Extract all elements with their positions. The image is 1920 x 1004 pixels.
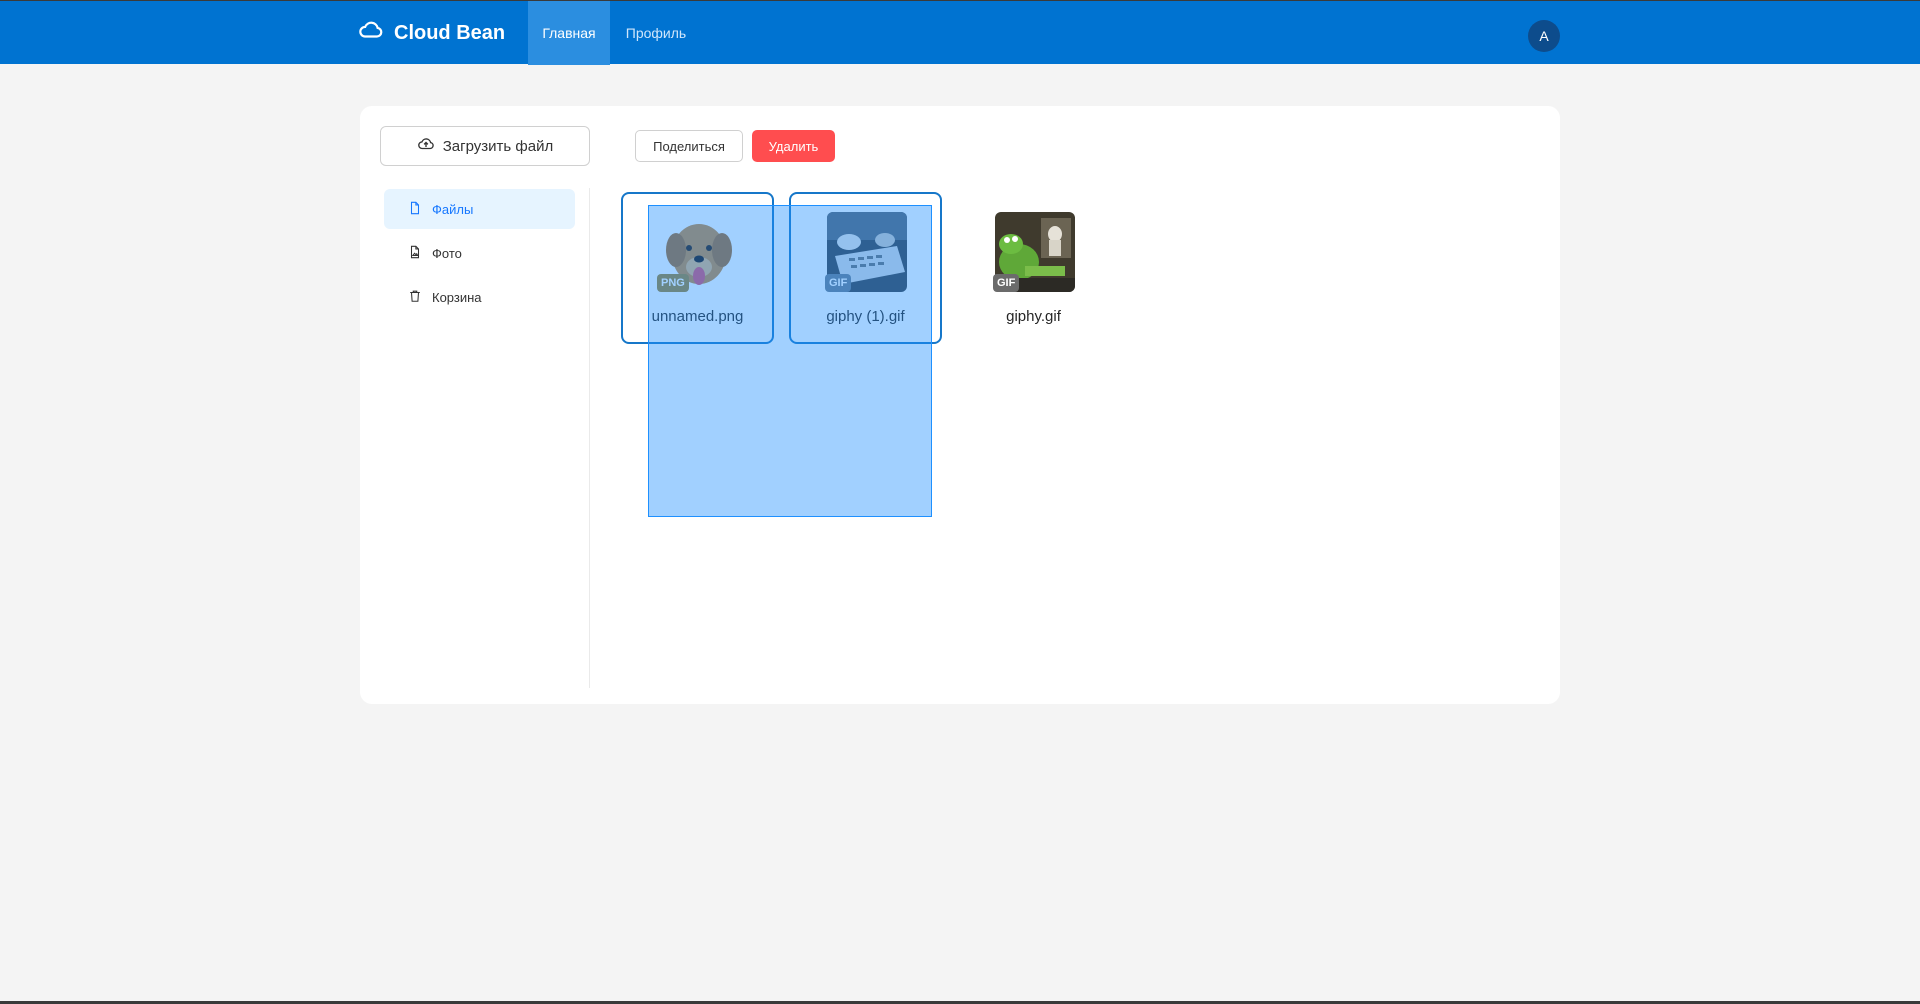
file-name: giphy.gif (1006, 308, 1061, 325)
cloud-icon (358, 17, 384, 49)
file-tile[interactable]: GIF giphy.gif (957, 192, 1110, 344)
share-button[interactable]: Поделиться (635, 130, 743, 162)
sidebar-item-photo[interactable]: Фото (384, 233, 575, 273)
user-avatar[interactable]: A (1528, 20, 1560, 52)
tab-home[interactable]: Главная (528, 1, 610, 65)
trash-icon (408, 289, 422, 306)
upload-file-button[interactable]: Загрузить файл (380, 126, 590, 166)
file-type-badge: GIF (993, 274, 1020, 292)
top-nav-bar: Cloud Bean Главная Профиль A (0, 0, 1920, 65)
upload-file-label: Загрузить файл (442, 137, 554, 155)
brand-name: Cloud Bean (394, 21, 506, 44)
cloud-upload-icon (417, 135, 435, 157)
delete-button[interactable]: Удалить (752, 130, 835, 162)
file-manager-card: Загрузить файл Поделиться Удалить Файлы … (360, 106, 1560, 704)
tab-profile[interactable]: Профиль (612, 1, 700, 65)
brand[interactable]: Cloud Bean (358, 1, 505, 65)
sidebar-item-label: Корзина (432, 289, 482, 305)
sidebar-item-files[interactable]: Файлы (384, 189, 575, 229)
image-file-icon (408, 245, 422, 262)
sidebar-item-label: Фото (432, 245, 462, 261)
drag-selection-rectangle (648, 205, 932, 517)
sidebar-divider (589, 188, 590, 688)
file-icon (408, 201, 422, 218)
sidebar-item-trash[interactable]: Корзина (384, 277, 575, 317)
sidebar-item-label: Файлы (432, 201, 474, 217)
